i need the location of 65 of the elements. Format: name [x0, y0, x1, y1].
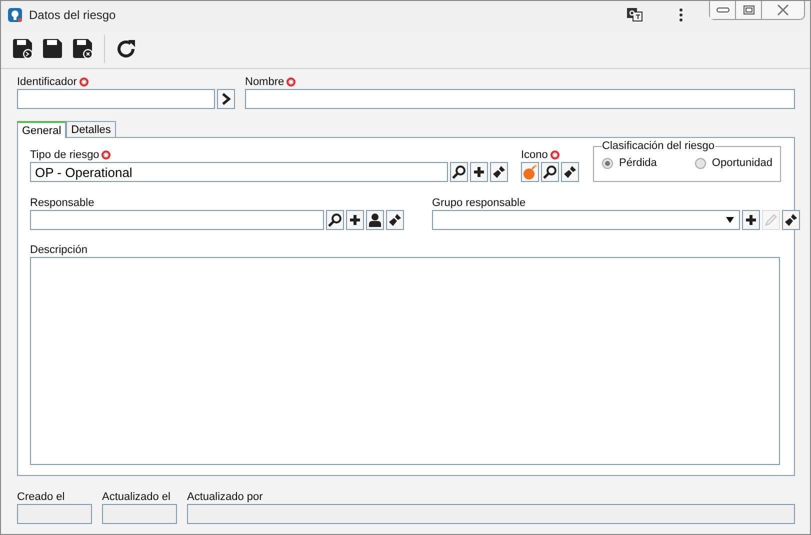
save-close-icon[interactable] — [72, 38, 94, 60]
next-button[interactable] — [217, 89, 235, 109]
save-icon[interactable] — [42, 38, 64, 60]
description-field[interactable] — [30, 257, 780, 465]
field-label: Identificador — [17, 76, 77, 88]
tab[interactable]: General — [17, 121, 66, 138]
clear-button[interactable] — [561, 162, 579, 182]
responsible-field[interactable] — [30, 210, 324, 230]
tab[interactable]: Detalles — [66, 121, 116, 137]
radio-option[interactable]: Oportunidad — [694, 157, 772, 169]
close-button[interactable] — [762, 1, 804, 19]
risk-type-field[interactable]: OP - Operational — [30, 162, 448, 182]
search-button[interactable] — [541, 162, 559, 182]
clear-button[interactable] — [386, 210, 404, 230]
brush-icon — [784, 213, 798, 227]
add-button[interactable] — [742, 210, 760, 230]
window-title: Datos del riesgo — [29, 8, 116, 22]
field-label: Creado el — [17, 490, 65, 502]
group-legend: Clasificación del riesgo — [602, 140, 714, 152]
add-button[interactable] — [346, 210, 364, 230]
brush-icon — [388, 213, 402, 227]
search-button[interactable] — [326, 210, 344, 230]
name-field[interactable] — [245, 89, 795, 109]
plus-icon — [349, 214, 361, 226]
radio-label: Oportunidad — [712, 157, 772, 169]
maximize-button[interactable] — [736, 1, 762, 19]
plus-icon — [745, 214, 757, 226]
brush-icon — [492, 165, 506, 179]
app-icon — [7, 7, 23, 23]
user-button[interactable] — [366, 210, 384, 230]
dropdown-arrow-icon — [726, 217, 734, 223]
field-label: Responsable — [30, 196, 94, 208]
minimize-icon — [716, 7, 730, 13]
search-icon — [452, 165, 466, 179]
field-label: Tipo de riesgo — [30, 148, 100, 160]
radio-icon[interactable] — [694, 158, 706, 168]
radio-option[interactable]: Pérdida — [602, 157, 657, 169]
radio-icon[interactable] — [602, 158, 613, 168]
field-label: Nombre — [245, 76, 284, 88]
identifier-field[interactable] — [17, 89, 215, 109]
refresh-icon[interactable] — [115, 38, 137, 60]
bomb-icon — [522, 164, 538, 180]
minimize-button[interactable] — [710, 1, 736, 19]
field-label: Actualizado el — [102, 490, 170, 502]
radio-label: Pérdida — [619, 157, 657, 169]
maximize-icon — [742, 5, 754, 15]
search-button[interactable] — [450, 162, 468, 182]
search-icon — [543, 165, 557, 179]
translate-icon[interactable] — [627, 8, 643, 22]
plus-icon — [473, 166, 485, 178]
clear-button[interactable] — [490, 162, 508, 182]
brush-icon — [563, 165, 577, 179]
field-label: Actualizado por — [187, 490, 263, 502]
clear-button[interactable] — [782, 210, 800, 230]
add-button[interactable] — [470, 162, 488, 182]
pencil-icon — [764, 213, 778, 227]
close-icon — [777, 4, 789, 16]
field-label: Icono — [521, 148, 548, 160]
chevron-icon — [221, 93, 231, 105]
field-label: Descripción — [30, 244, 88, 256]
user-icon — [368, 213, 382, 227]
field-label: Grupo responsable — [432, 196, 526, 208]
more-icon[interactable] — [679, 8, 683, 22]
search-icon — [328, 213, 342, 227]
save-new-icon[interactable] — [12, 38, 34, 60]
